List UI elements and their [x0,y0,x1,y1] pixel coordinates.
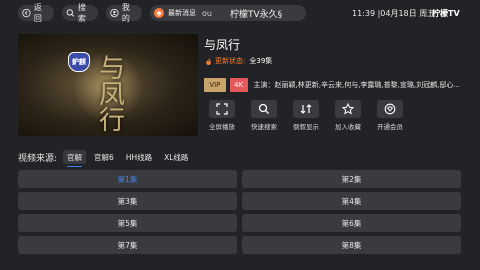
poster-art-text: 与凤行 [98,54,125,136]
quick-search-button-box[interactable] [251,100,277,118]
notice-scroll-text-2: 柠檬TV永久§ [229,9,283,20]
update-status: 更新状态: 全39集 [204,56,272,66]
open-vip-button-box[interactable] [377,100,403,118]
action-label: 开通会员 [377,123,403,131]
episode-button[interactable]: 第6集 [242,214,461,232]
fire-icon [206,57,211,65]
search-icon [66,9,75,17]
back-label: 返回 [33,3,42,23]
poster-image: 鈩麒 与凤行 [18,34,198,136]
4k-tag: 4K [229,78,248,92]
add-favorite-button-box[interactable] [335,100,361,118]
vip-icon [384,103,396,115]
reverse-order-button-box[interactable] [293,100,319,118]
source-tab-guanjie[interactable]: 官解 [63,150,87,167]
status-label: 更新状态: [215,57,246,65]
cast-list: 主演：赵丽颖,林更新,辛云来,何与,李露璐,普黎,宣璐,刘冠麟,邸心... [253,81,460,89]
source-tab-guanjie6[interactable]: 官解6 [90,150,118,164]
episode-count: 全39集 [249,57,273,65]
action-label: 快速搜索 [251,123,277,131]
star-icon [342,103,354,115]
video-title: 与凤行 [204,38,241,52]
episode-button[interactable]: 第1集 [18,170,237,188]
user-icon [110,8,119,18]
open-vip-button[interactable]: 开通会员 [372,100,408,131]
mine-button[interactable]: 我的 [106,3,142,23]
episode-button[interactable]: 第2集 [242,170,461,188]
action-bar: 全屏播放 快速搜索 倒叙显示 加入收藏 开通会员 [204,100,414,131]
episode-button[interactable]: 第5集 [18,214,237,232]
action-label: 全屏播放 [209,123,235,131]
quick-search-button[interactable]: 快速搜索 [246,100,282,131]
top-bar: 返回 搜索 我的 最新消息 ou 柠檬TV永久§ 11:39 |04月18日 周… [0,0,480,26]
add-favorite-button[interactable]: 加入收藏 [330,100,366,131]
poster-badge: 鈩麒 [68,52,90,72]
source-title: 视频来源: [18,153,58,164]
action-label: 加入收藏 [335,123,361,131]
action-label: 倒叙显示 [293,123,319,131]
source-tab-hh[interactable]: HH线路 [122,150,156,164]
notice-label: 最新消息 [168,9,196,17]
episode-button[interactable]: 第8集 [242,236,461,254]
search-label: 搜索 [77,3,86,23]
mine-label: 我的 [121,3,130,23]
fullscreen-icon [216,103,228,115]
episode-button[interactable]: 第4集 [242,192,461,210]
clock: 11:39 |04月18日 周五 [352,9,436,18]
episode-button[interactable]: 第7集 [18,236,237,254]
vip-tag: VIP [204,78,226,92]
search-icon [258,103,269,114]
tags-row: VIP 4K 主演：赵丽颖,林更新,辛云来,何与,李露璐,普黎,宣璐,刘冠麟,邸… [204,78,460,92]
source-selector: 视频来源: 官解 官解6 HH线路 XL线路 [18,150,196,167]
sort-icon [300,104,312,114]
search-button[interactable]: 搜索 [62,3,98,23]
episode-button[interactable]: 第3集 [18,192,237,210]
back-button[interactable]: 返回 [18,3,54,23]
fullscreen-button-box[interactable] [209,100,235,118]
source-tab-xl[interactable]: XL线路 [160,150,192,164]
notice-bar[interactable]: 最新消息 ou 柠檬TV永久§ [150,5,306,21]
reverse-order-button[interactable]: 倒叙显示 [288,100,324,131]
fullscreen-play-button[interactable]: 全屏播放 [204,100,240,131]
brand-logo: 柠檬TV [432,9,460,18]
notice-icon [154,8,164,18]
back-icon [22,8,31,18]
notice-scroll-text: ou [202,8,212,18]
